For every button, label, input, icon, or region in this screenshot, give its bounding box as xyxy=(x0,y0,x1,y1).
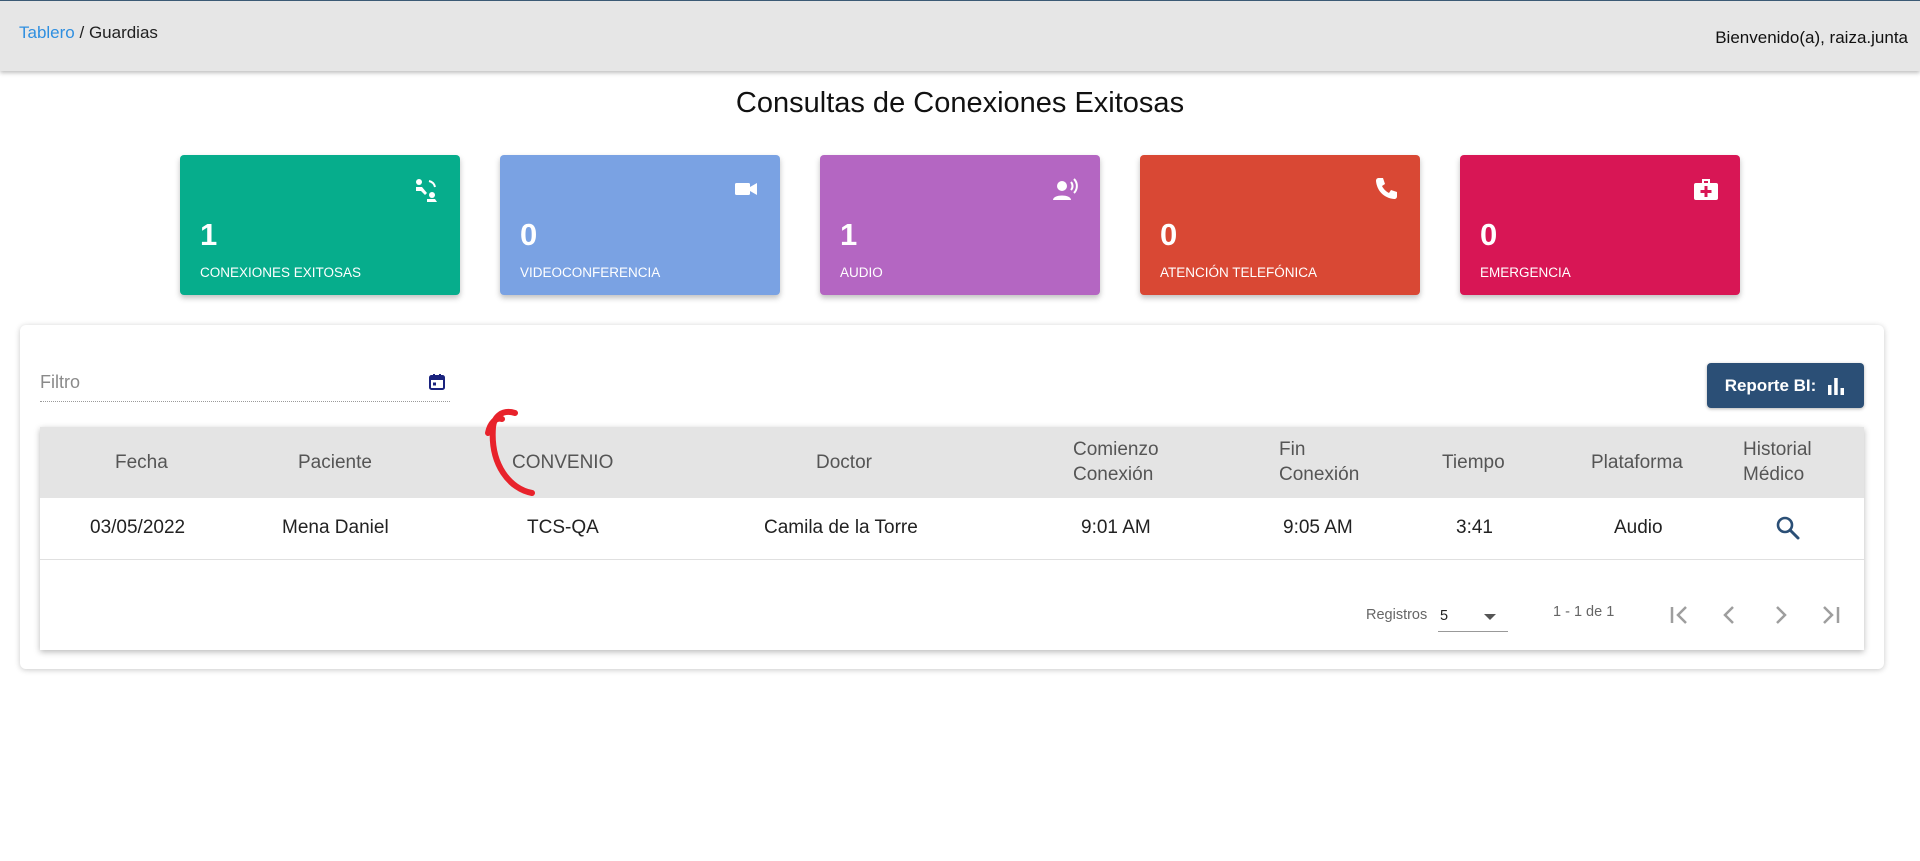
card-count: 1 xyxy=(840,217,858,252)
breadcrumb-separator: / xyxy=(74,23,89,42)
header-line: Conexión xyxy=(1073,464,1154,485)
cell-fin: 9:05 AM xyxy=(1283,517,1353,538)
chevron-down-icon xyxy=(1484,614,1496,620)
next-page-icon[interactable] xyxy=(1762,597,1798,633)
card-videoconferencia: 0 VIDEOCONFERENCIA xyxy=(500,155,780,295)
medical-kit-icon xyxy=(1694,179,1718,200)
header-doctor: Doctor xyxy=(816,452,872,473)
header-line: Comienzo xyxy=(1073,439,1159,460)
header-paciente: Paciente xyxy=(298,452,372,473)
annotation-arrow xyxy=(485,409,535,496)
paginator: Registros 5 1 - 1 de 1 xyxy=(40,559,1864,650)
page-size-value: 5 xyxy=(1440,608,1449,624)
first-page-icon[interactable] xyxy=(1662,597,1698,633)
cell-comienzo: 9:01 AM xyxy=(1081,517,1151,538)
card-emergencia: 0 EMERGENCIA xyxy=(1460,155,1740,295)
last-page-icon[interactable] xyxy=(1812,597,1848,633)
page-size-select[interactable]: 5 xyxy=(1438,601,1508,632)
card-label: ATENCIÓN TELEFÓNICA xyxy=(1160,265,1318,280)
header-comienzo-conexion: Comienzo Conexión xyxy=(1073,437,1159,487)
cell-doctor: Camila de la Torre xyxy=(764,517,918,538)
cell-fecha: 03/05/2022 xyxy=(90,517,186,538)
previous-page-icon[interactable] xyxy=(1712,597,1748,633)
calendar-icon[interactable] xyxy=(428,373,446,391)
connection-icon xyxy=(416,179,437,202)
breadcrumb: Tablero / Guardias xyxy=(19,23,158,43)
table-row[interactable]: 03/05/2022 Mena Daniel TCS-QA Camila de … xyxy=(40,498,1864,560)
bar-chart-icon xyxy=(1828,377,1845,395)
card-count: 0 xyxy=(520,217,538,252)
cell-convenio: TCS-QA xyxy=(527,517,599,538)
header-historial-medico: Historial Médico xyxy=(1743,437,1812,487)
page-title: Consultas de Conexiones Exitosas xyxy=(735,87,1185,119)
header-line: Médico xyxy=(1743,464,1805,485)
card-label: AUDIO xyxy=(840,265,883,280)
report-bi-label: Reporte BI: xyxy=(1724,375,1817,395)
header-tiempo: Tiempo xyxy=(1442,452,1505,473)
card-count: 0 xyxy=(1480,217,1498,252)
card-count: 0 xyxy=(1160,217,1178,252)
card-label: CONEXIONES EXITOSAS xyxy=(200,265,362,280)
card-conexiones-exitosas: 1 CONEXIONES EXITOSAS xyxy=(180,155,460,295)
header-line: Historial xyxy=(1743,439,1812,460)
top-bar: Tablero / Guardias Bienvenido(a), raiza.… xyxy=(0,0,1920,71)
filter-field[interactable] xyxy=(40,367,450,402)
videocam-icon xyxy=(735,183,757,195)
page-size-label: Registros xyxy=(1366,607,1428,623)
report-bi-button[interactable]: Reporte BI: xyxy=(1707,363,1864,408)
filter-input[interactable] xyxy=(40,367,400,397)
table-header: Fecha Paciente CONVENIO Doctor Comienzo … xyxy=(40,427,1864,498)
card-count: 1 xyxy=(200,217,218,252)
results-panel: Reporte BI: Fecha Paciente CONVENIO Doct… xyxy=(20,325,1884,669)
cell-tiempo: 3:41 xyxy=(1456,517,1493,538)
card-atencion-telefonica: 0 ATENCIÓN TELEFÓNICA xyxy=(1140,155,1420,295)
header-plataforma: Plataforma xyxy=(1591,452,1683,473)
header-line: Conexión xyxy=(1279,464,1360,485)
breadcrumb-current: Guardias xyxy=(88,23,158,42)
card-label: VIDEOCONFERENCIA xyxy=(520,265,661,280)
record-voice-icon xyxy=(1053,178,1078,200)
header-fin-conexion: Fin Conexión xyxy=(1279,437,1359,487)
cell-plataforma: Audio xyxy=(1614,517,1663,538)
phone-icon xyxy=(1376,178,1397,199)
cell-paciente: Mena Daniel xyxy=(282,517,389,538)
card-label: EMERGENCIA xyxy=(1480,265,1571,280)
breadcrumb-link-tablero[interactable]: Tablero xyxy=(19,23,75,42)
page-range: 1 - 1 de 1 xyxy=(1553,604,1615,620)
header-line: Fin xyxy=(1279,439,1306,460)
header-fecha: Fecha xyxy=(115,452,168,473)
card-audio: 1 AUDIO xyxy=(820,155,1100,295)
results-table: Fecha Paciente CONVENIO Doctor Comienzo … xyxy=(40,427,1864,650)
search-icon[interactable] xyxy=(1775,515,1801,541)
welcome-user-text: Bienvenido(a), raiza.junta xyxy=(1715,28,1908,47)
